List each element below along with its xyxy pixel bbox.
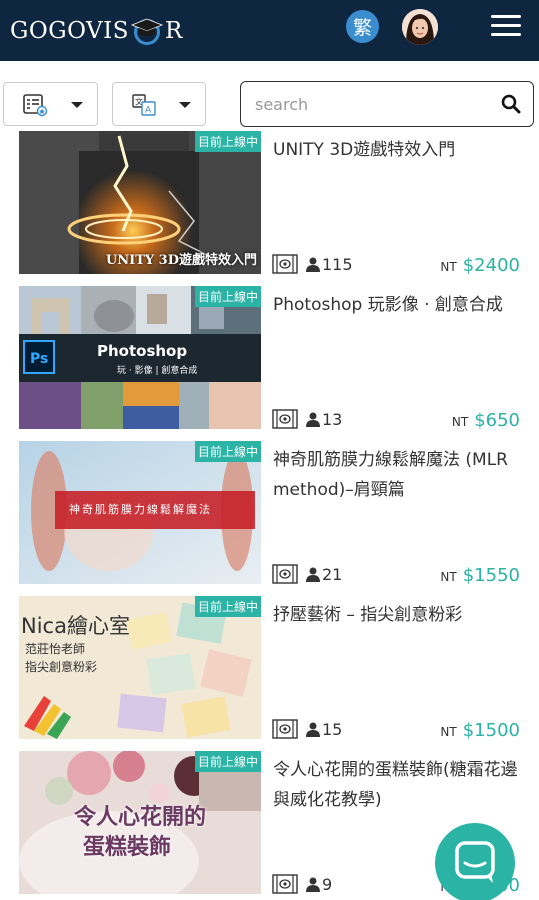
- student-count: 21: [322, 564, 343, 584]
- course-card[interactable]: 目前上線中 Nica繪心室 范莊怡老師 指尖創意粉彩 抒壓藝術 – 指尖創意粉彩…: [0, 596, 539, 751]
- svg-text:Ps: Ps: [30, 351, 48, 367]
- video-icon: [272, 409, 298, 429]
- top-header: GOGOVIS R 繁: [0, 0, 539, 61]
- course-meta: 21: [272, 563, 342, 585]
- currency-label: NT: [451, 415, 469, 429]
- svg-text:A: A: [145, 106, 152, 116]
- video-icon: [272, 719, 298, 739]
- person-icon: [306, 567, 320, 582]
- thumbnail-caption: UNITY 3D遊戲特效入門: [105, 253, 257, 268]
- price-value: $1500: [462, 720, 520, 741]
- course-meta: 13: [272, 408, 342, 430]
- category-list-icon: [23, 94, 48, 117]
- course-title[interactable]: 神奇肌筋膜力線鬆解魔法 (MLR method)–肩頸篇: [273, 445, 523, 505]
- status-badge: 目前上線中: [194, 131, 261, 152]
- thumbnail-subcaption: 蛋糕裝飾: [83, 835, 172, 860]
- course-price: NT $1550: [440, 565, 520, 586]
- gogovisor-logo[interactable]: GOGOVIS R: [10, 13, 183, 49]
- language-toggle-button[interactable]: 繁: [346, 10, 379, 43]
- course-title[interactable]: UNITY 3D遊戲特效入門: [273, 135, 523, 165]
- course-title[interactable]: 令人心花開的蛋糕裝飾(糖霜花邊與威化花教學): [273, 755, 523, 815]
- chevron-down-icon: [179, 102, 191, 108]
- language-dropdown[interactable]: 文 A: [112, 82, 206, 126]
- thumbnail-caption: Photoshop: [97, 342, 188, 360]
- logo-text-left: GOGOVIS: [10, 18, 130, 44]
- course-price: NT $2400: [440, 255, 520, 276]
- price-value: $2400: [462, 255, 520, 276]
- video-icon: [272, 254, 298, 274]
- thumbnail-subcaption: 玩 · 影像 | 創意合成: [117, 366, 198, 376]
- person-icon: [306, 722, 320, 737]
- course-price: NT $1500: [440, 720, 520, 741]
- student-count: 9: [322, 874, 333, 894]
- status-badge: 目前上線中: [194, 441, 261, 462]
- currency-label: NT: [440, 725, 457, 739]
- menu-bar-2: [491, 24, 521, 27]
- course-thumbnail[interactable]: 目前上線中 Nica繪心室 范莊怡老師 指尖創意粉彩: [19, 596, 261, 739]
- graduation-cap-icon: [130, 16, 164, 46]
- menu-bar-1: [491, 15, 521, 18]
- currency-label: NT: [440, 570, 457, 584]
- course-card[interactable]: 目前上線中 神奇肌筋膜力線鬆解魔法 神奇肌筋膜力線鬆解魔法 (MLR metho…: [0, 441, 539, 596]
- avatar[interactable]: [402, 9, 438, 45]
- person-icon: [306, 257, 320, 272]
- chat-icon: [455, 841, 495, 883]
- course-title[interactable]: 抒壓藝術 – 指尖創意粉彩: [273, 600, 523, 630]
- menu-bar-3: [491, 33, 521, 36]
- student-count: 15: [322, 719, 343, 739]
- course-thumbnail[interactable]: 目前上線中 神奇肌筋膜力線鬆解魔法: [19, 441, 261, 584]
- course-price: NT $650: [452, 410, 520, 431]
- category-dropdown[interactable]: [3, 82, 98, 126]
- course-thumbnail[interactable]: 目前上線中 令人心花開的 蛋糕裝飾: [19, 751, 261, 894]
- course-thumbnail[interactable]: 目前上線中 UNITY 3D遊戲特效入門: [19, 131, 261, 274]
- thumbnail-subcaption-2: 指尖創意粉彩: [25, 660, 98, 674]
- course-card[interactable]: 目前上線中 UNITY 3D遊戲特效入門 UNITY 3D遊戲特效入門 115 …: [0, 131, 539, 286]
- course-meta: 9: [272, 873, 332, 895]
- status-badge: 目前上線中: [194, 286, 261, 307]
- person-icon: [306, 877, 320, 892]
- status-badge: 目前上線中: [194, 751, 261, 772]
- thumbnail-caption: Nica繪心室: [21, 614, 130, 638]
- student-count: 115: [322, 254, 353, 274]
- logo-text-right: R: [165, 18, 183, 44]
- price-value: $650: [474, 410, 520, 431]
- thumbnail-caption: 神奇肌筋膜力線鬆解魔法: [69, 503, 212, 516]
- course-title[interactable]: Photoshop 玩影像 · 創意合成: [273, 290, 523, 320]
- student-count: 13: [322, 409, 343, 429]
- chat-button[interactable]: [435, 823, 515, 900]
- thumbnail-caption: 令人心花開的: [74, 805, 207, 830]
- course-card[interactable]: Ps 目前上線中 Photoshop 玩 · 影像 | 創意合成 Photosh…: [0, 286, 539, 441]
- price-value: $1550: [462, 565, 520, 586]
- person-icon: [306, 412, 320, 427]
- search-input[interactable]: [255, 92, 485, 116]
- search-icon[interactable]: [501, 94, 521, 114]
- translate-icon: 文 A: [132, 94, 156, 116]
- course-thumbnail[interactable]: Ps 目前上線中 Photoshop 玩 · 影像 | 創意合成: [19, 286, 261, 429]
- status-badge: 目前上線中: [194, 596, 261, 617]
- course-meta: 15: [272, 718, 342, 740]
- currency-label: NT: [440, 260, 457, 274]
- search-box: [240, 81, 534, 127]
- user-avatar-icon: [402, 9, 438, 45]
- chevron-down-icon: [71, 102, 83, 108]
- course-meta: 115: [272, 253, 353, 275]
- hamburger-icon[interactable]: [491, 15, 521, 37]
- video-icon: [272, 874, 298, 894]
- thumbnail-subcaption-1: 范莊怡老師: [25, 642, 86, 656]
- video-icon: [272, 564, 298, 584]
